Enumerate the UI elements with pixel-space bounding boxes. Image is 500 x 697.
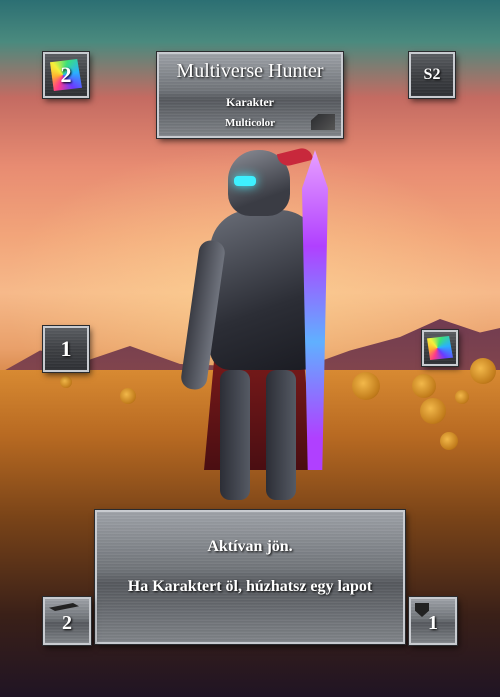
set-code: S2	[423, 66, 441, 83]
card-name: Multiverse Hunter	[176, 60, 324, 82]
hunter-figure	[179, 146, 350, 510]
leg	[220, 370, 250, 500]
power-value: 1	[60, 336, 72, 361]
element-badge	[422, 330, 458, 366]
flower	[352, 372, 380, 400]
cost-badge: 2	[43, 52, 89, 98]
title-panel: Multiverse Hunter Karakter Multicolor	[157, 52, 343, 138]
flower	[470, 358, 496, 384]
ability-line-2: Ha Karaktert öl, húzhatsz egy lapot	[127, 578, 373, 595]
cost-value: 2	[60, 62, 72, 87]
attack-badge: 2	[43, 597, 91, 645]
attack-value: 2	[62, 612, 72, 634]
leg	[266, 370, 296, 500]
plume	[276, 146, 314, 168]
flower	[420, 398, 446, 424]
ability-line-1: Aktívan jön.	[207, 538, 293, 555]
rainbow-gem-icon	[427, 336, 453, 360]
card-type: Karakter	[226, 95, 274, 109]
game-card[interactable]: Multiverse Hunter Karakter Multicolor 2 …	[0, 0, 500, 697]
flower	[455, 390, 469, 404]
set-badge: S2	[409, 52, 455, 98]
defense-value: 1	[428, 612, 438, 634]
flower	[440, 432, 458, 450]
power-badge: 1	[43, 326, 89, 372]
blade-icon	[49, 603, 79, 611]
flower	[120, 388, 136, 404]
flower	[60, 376, 72, 388]
defense-badge: 1	[409, 597, 457, 645]
ability-text-panel: Aktívan jön. Ha Karaktert öl, húzhatsz e…	[95, 510, 405, 644]
visor	[234, 176, 256, 186]
flower	[412, 374, 436, 398]
